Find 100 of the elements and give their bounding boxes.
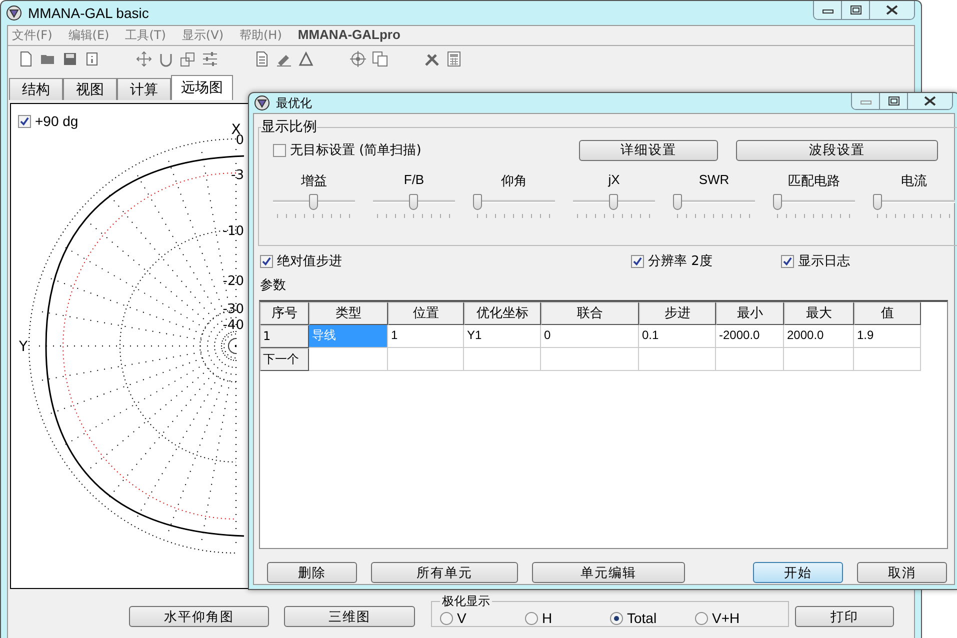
triangle-icon[interactable] — [298, 51, 314, 67]
slider-thumb[interactable] — [773, 194, 782, 210]
slider-label: F/B — [404, 172, 424, 189]
detail-settings-button[interactable]: 详细设置 — [579, 140, 718, 160]
slider-thumb[interactable] — [673, 194, 682, 210]
slider-thumb[interactable] — [309, 194, 318, 210]
dialog-button[interactable]: 单元编辑 — [532, 562, 685, 583]
move-icon[interactable] — [136, 51, 152, 67]
print-button[interactable]: 打印 — [795, 606, 894, 627]
slider[interactable] — [473, 194, 555, 220]
row-header[interactable]: 1 — [260, 325, 309, 348]
maximize-button[interactable] — [880, 93, 908, 109]
slider[interactable] — [873, 194, 955, 220]
group-title: 极化显示 — [440, 593, 492, 610]
checkbox[interactable] — [18, 114, 31, 128]
menu-item[interactable]: MMANA-GALpro — [298, 27, 400, 44]
slider-label: 匹配电路 — [788, 172, 840, 190]
radio-label: V — [457, 610, 466, 626]
tab[interactable]: 结构 — [9, 78, 63, 100]
copy-icon[interactable] — [372, 51, 388, 67]
table-cell[interactable]: 2000.0 — [784, 325, 854, 348]
checkbox[interactable] — [781, 254, 794, 268]
tab[interactable]: 计算 — [117, 78, 171, 100]
slider-label: SWR — [698, 172, 730, 189]
tab[interactable]: 远场图 — [171, 75, 233, 100]
slider-label: 电流 — [901, 172, 927, 190]
close-button[interactable] — [870, 1, 914, 19]
ring-label: -10 — [222, 224, 244, 239]
checkbox[interactable] — [273, 144, 286, 156]
app-logo-icon — [254, 95, 270, 111]
info-icon[interactable] — [84, 51, 100, 67]
checkbox[interactable] — [631, 254, 644, 268]
table-cell[interactable]: 1 — [388, 325, 464, 348]
checkbox[interactable] — [260, 254, 273, 268]
elevation-plot-button[interactable]: 水平仰角图 — [129, 606, 269, 627]
row-header[interactable]: 下一个 — [260, 348, 309, 371]
column-header: 值 — [854, 302, 921, 325]
group-title: 显示比例 — [261, 118, 317, 136]
checkbox-label: 分辨率 2度 — [648, 253, 712, 270]
dialog-button[interactable]: 开始 — [753, 562, 843, 583]
radio-button[interactable] — [525, 612, 538, 624]
slider[interactable] — [273, 194, 355, 220]
slider[interactable] — [673, 194, 755, 220]
menu-item[interactable]: 编辑(E) — [68, 27, 110, 44]
crosshair-icon[interactable] — [350, 51, 366, 67]
dialog-button[interactable]: 删除 — [267, 562, 357, 583]
menu-item[interactable]: 工具(T) — [125, 27, 166, 44]
slider[interactable] — [573, 194, 655, 220]
menu-item[interactable]: 显示(V) — [182, 27, 224, 44]
column-header: 最小 — [716, 302, 784, 325]
band-settings-button[interactable]: 波段设置 — [736, 140, 938, 160]
column-header: 序号 — [260, 302, 309, 325]
table-cell[interactable]: Y1 — [464, 325, 541, 348]
dialog-button[interactable]: 取消 — [857, 562, 947, 583]
radio-button[interactable] — [695, 612, 708, 624]
column-header: 最大 — [784, 302, 854, 325]
table-cell[interactable]: 1.9 — [854, 325, 921, 348]
column-header: 类型 — [309, 302, 388, 325]
minimize-button[interactable] — [814, 1, 842, 19]
close-icon — [923, 96, 937, 106]
resize-icon[interactable] — [180, 51, 196, 67]
column-header: 优化坐标 — [464, 302, 541, 325]
radio-label: H — [542, 610, 552, 626]
slider[interactable] — [773, 194, 855, 220]
calculator-icon[interactable] — [446, 51, 462, 67]
dialog-button[interactable]: 所有单元 — [371, 562, 518, 583]
slider[interactable] — [373, 194, 455, 220]
menu-item[interactable]: 帮助(H) — [240, 27, 282, 44]
slider-thumb[interactable] — [873, 194, 882, 210]
column-header: 联合 — [541, 302, 639, 325]
radio-label: Total — [627, 610, 657, 626]
new-file-icon[interactable] — [18, 51, 34, 67]
save-icon[interactable] — [62, 51, 78, 67]
app-logo-icon — [6, 5, 22, 21]
slider-thumb[interactable] — [473, 194, 482, 210]
checkbox-label: 无目标设置 (简单扫描) — [290, 142, 422, 159]
table-cell[interactable]: -2000.0 — [716, 325, 784, 348]
radio-button[interactable] — [610, 612, 623, 624]
slider-thumb[interactable] — [409, 194, 418, 210]
menu-item[interactable]: 文件(F) — [12, 27, 52, 44]
radio-button[interactable] — [440, 612, 453, 624]
close-button[interactable] — [908, 93, 952, 109]
close-icon — [885, 5, 899, 15]
slider-thumb[interactable] — [609, 194, 618, 210]
maximize-button[interactable] — [842, 1, 870, 19]
maximize-icon — [888, 96, 900, 106]
ring-label: -20 — [222, 274, 244, 289]
3d-plot-button[interactable]: 三维图 — [284, 606, 415, 627]
checkbox-label: +90 dg — [35, 113, 78, 129]
column-header: 位置 — [388, 302, 464, 325]
document-icon[interactable] — [254, 51, 270, 67]
table-cell[interactable]: 0.1 — [639, 325, 716, 348]
ring-label: -3 — [231, 168, 244, 183]
tab[interactable]: 视图 — [63, 78, 117, 100]
maximize-icon — [850, 5, 862, 15]
checkbox-label: 显示日志 — [798, 253, 850, 270]
window-title: 最优化 — [276, 94, 312, 112]
sliders-icon[interactable] — [202, 51, 218, 67]
table-cell[interactable]: 0 — [541, 325, 639, 348]
section-label: 参数 — [259, 277, 287, 294]
